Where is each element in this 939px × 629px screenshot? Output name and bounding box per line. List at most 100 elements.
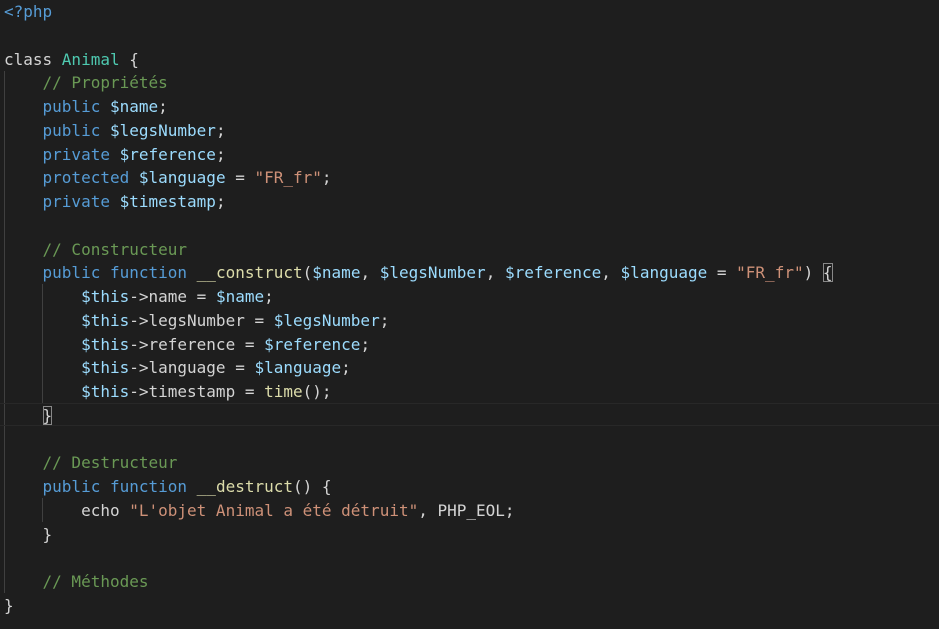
token-var: $legsNumber [273,310,380,330]
token-var: $this [81,287,130,306]
token-keyword: <?php [4,2,53,21]
token-string: "L'objet Animal a été détruit" [129,500,419,520]
code-line-22[interactable]: echo "L'objet Animal a été détruit", PHP… [4,499,833,523]
token-keyword: public [42,263,101,283]
token-ident: PHP_EOL [437,500,505,520]
token-punct: ; [264,287,274,306]
code-line-18[interactable]: } [4,404,833,428]
code-line-16[interactable]: $this->language = $language; [4,356,833,380]
code-line-10[interactable] [4,214,833,238]
code-lines[interactable]: <?php class Animal { // Propriétés publi… [4,0,833,618]
token-var: $reference [119,144,216,164]
code-line-8[interactable]: protected $language = "FR_fr"; [4,166,833,190]
token-punct: ; [321,168,332,188]
token-punct: () { [293,477,332,496]
token-keyword: private [42,144,110,164]
token-var: $name [312,263,361,283]
token-var: $legsNumber [379,263,486,283]
token-plain: = [235,382,265,401]
token-var: $language [620,263,708,283]
token-punct: ; [341,358,351,378]
code-line-26[interactable]: } [4,594,833,618]
token-var: $this [81,358,130,378]
token-ident: reference [148,334,236,354]
code-line-4[interactable]: // Propriétés [4,71,833,95]
token-func: time [264,382,303,401]
code-line-13[interactable]: $this->name = $name; [4,285,833,309]
code-line-19[interactable] [4,428,833,452]
token-keyword: protected [42,168,130,188]
token-var: $reference [504,263,602,283]
token-keyword: function [109,263,188,283]
token-plain: = [225,358,255,378]
code-line-7[interactable]: private $reference; [4,143,833,167]
token-punct: ) [803,263,823,283]
code-line-11[interactable]: // Constructeur [4,238,833,262]
token-punct: ; [215,192,226,211]
token-keyword: function [109,477,188,496]
token-plain: class [4,49,62,69]
code-line-5[interactable]: public $name; [4,95,833,119]
token-var: $name [215,287,265,306]
token-plain: = [707,263,737,283]
code-line-15[interactable]: $this->reference = $reference; [4,333,833,357]
code-line-14[interactable]: $this->legsNumber = $legsNumber; [4,309,833,333]
token-ident: language [148,358,226,378]
token-plain: = [225,168,255,188]
token-keyword: private [42,192,110,211]
token-punct: } [42,405,53,425]
token-var: $legsNumber [109,120,216,140]
code-line-6[interactable]: public $legsNumber; [4,119,833,143]
code-line-12[interactable]: public function __construct($name, $legs… [4,261,833,285]
token-var: $language [254,358,342,378]
token-punct: ; [360,334,371,354]
token-punct: { [822,263,833,283]
token-plain: = [235,334,265,354]
token-ident: legsNumber [148,310,245,330]
code-line-21[interactable]: public function __destruct() { [4,475,833,499]
token-punct: } [42,524,53,544]
token-punct: } [4,595,14,615]
token-punct: (); [302,382,332,401]
token-plain: = [187,287,216,306]
token-comment: // Constructeur [42,239,188,259]
code-line-17[interactable]: $this->timestamp = time(); [4,380,833,404]
token-punct: , [360,263,380,283]
code-line-24[interactable] [4,546,833,570]
code-editor[interactable]: <?php class Animal { // Propriétés publi… [0,0,939,629]
code-line-3[interactable]: class Animal { [4,48,833,72]
code-line-25[interactable]: // Méthodes [4,570,833,594]
code-line-23[interactable]: } [4,523,833,547]
token-var: $language [138,168,226,188]
token-punct: ; [379,310,390,330]
code-line-1[interactable]: <?php [4,0,833,24]
token-var: $name [109,97,159,116]
code-line-20[interactable]: // Destructeur [4,451,833,475]
token-string: "FR_fr" [254,168,322,188]
token-var: $this [81,310,130,330]
token-comment: // Propriétés [42,73,168,93]
token-var: $this [81,382,130,401]
code-line-2[interactable] [4,24,833,48]
code-line-9[interactable]: private $timestamp; [4,190,833,214]
token-punct: -> [129,358,149,378]
